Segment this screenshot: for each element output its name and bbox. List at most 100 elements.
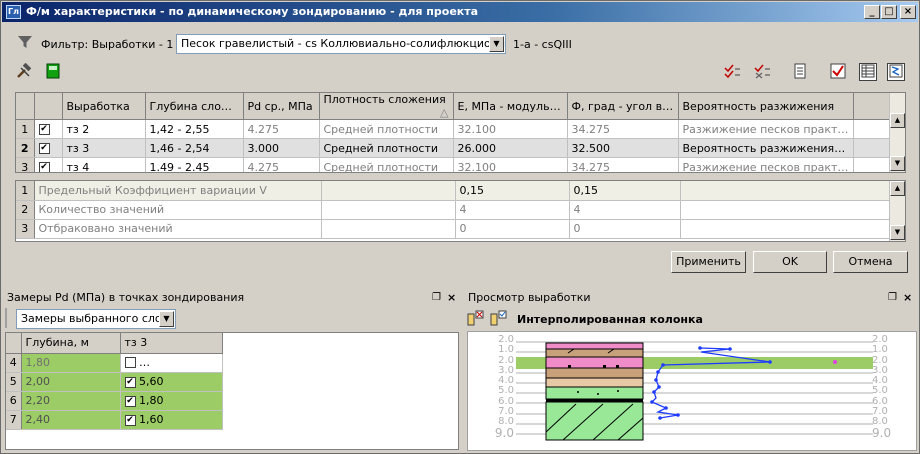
- cell[interactable]: Разжижение песков практическ...: [678, 157, 854, 172]
- measurement-row[interactable]: 7 2,40 ✔ 1,60: [6, 410, 223, 430]
- checkbox-checked-icon[interactable]: ✔: [124, 376, 136, 388]
- cell[interactable]: 34.275: [567, 157, 679, 172]
- table-view-icon[interactable]: [859, 63, 877, 81]
- close-icon[interactable]: ×: [447, 289, 456, 307]
- uncheck-all-icon[interactable]: [753, 63, 771, 81]
- cell[interactable]: 26.000: [453, 138, 568, 158]
- table-row[interactable]: 1 ✔ тз 2 1,42 - 2,55 4.275 Средней плотн…: [16, 119, 892, 139]
- checkbox-checked-icon[interactable]: ✔: [38, 162, 50, 172]
- column-header[interactable]: Вероятность разжижения: [678, 93, 854, 120]
- stats-table-scrollbar[interactable]: ▲ ▼: [889, 181, 905, 241]
- scroll-up-icon[interactable]: ▲: [890, 181, 905, 196]
- measurement-row[interactable]: 4 1,80 8,10: [6, 353, 223, 373]
- cell[interactable]: 1,42 - 2,55: [145, 119, 244, 139]
- scroll-up-icon[interactable]: ▲: [890, 113, 905, 128]
- filter-icon[interactable]: [16, 34, 34, 52]
- stats-value[interactable]: 4: [455, 200, 570, 220]
- column-header[interactable]: Выработка: [62, 93, 146, 120]
- cell[interactable]: Средней плотности: [319, 119, 454, 139]
- cell[interactable]: 32.500: [567, 138, 679, 158]
- minimize-button[interactable]: _: [864, 5, 880, 19]
- main-table-scrollbar[interactable]: ▲ ▼: [889, 93, 905, 172]
- ok-button[interactable]: OK: [753, 251, 827, 273]
- checkbox-checked-icon[interactable]: ✔: [124, 395, 136, 407]
- checkbox-unchecked-icon[interactable]: [124, 357, 136, 368]
- row-checkbox[interactable]: ✔: [34, 138, 63, 158]
- stats-row[interactable]: 2 Количество значений 4 4: [16, 200, 892, 220]
- save-icon[interactable]: [44, 63, 62, 81]
- stats-value[interactable]: 0,15: [455, 181, 570, 201]
- close-icon[interactable]: ×: [903, 289, 912, 307]
- column-header[interactable]: E, МПа - модуль деф: [453, 93, 568, 120]
- stats-value[interactable]: 0: [569, 219, 681, 239]
- column-header-sorted[interactable]: Плотность сложения △: [319, 93, 454, 120]
- corner-cell: [6, 333, 22, 354]
- scroll-down-icon[interactable]: ▼: [890, 225, 905, 240]
- stats-row[interactable]: 3 Отбраковано значений 0 0: [16, 219, 892, 239]
- close-button[interactable]: ×: [900, 5, 916, 19]
- row-checkbox[interactable]: ✔: [34, 157, 63, 172]
- borehole-view[interactable]: 2.0 1.0 2.0 3.0 4.0 5.0 6.0 7.0 8.0 9.0 …: [467, 331, 917, 451]
- checkbox-checked-icon[interactable]: ✔: [38, 124, 50, 135]
- cell[interactable]: Вероятность разжижения неве...: [678, 138, 854, 158]
- cell[interactable]: Средней плотности: [319, 138, 454, 158]
- checkbox-checked-icon[interactable]: ✔: [38, 143, 50, 154]
- column-check-icon[interactable]: [490, 309, 508, 327]
- graph-view-icon[interactable]: [887, 63, 905, 81]
- cancel-button[interactable]: Отмена: [833, 251, 908, 273]
- checkbox-checked-icon[interactable]: ✔: [124, 414, 136, 426]
- hammer-icon[interactable]: [15, 62, 33, 81]
- cell[interactable]: 34.275: [567, 119, 679, 139]
- value-cell[interactable]: ✔ 1,80: [120, 391, 223, 411]
- table-row[interactable]: 3 ✔ тз 4 1.49 - 2.45 4.275 Средней плотн…: [16, 157, 892, 172]
- cell[interactable]: 32.100: [453, 157, 568, 172]
- chevron-down-icon[interactable]: ▼: [489, 36, 504, 52]
- cell[interactable]: Разжижение песков практическ...: [678, 119, 854, 139]
- cell[interactable]: 4.275: [243, 157, 320, 172]
- chevron-down-icon[interactable]: ▼: [159, 311, 174, 327]
- cell[interactable]: 1,46 - 2,54: [145, 138, 244, 158]
- layer-select[interactable]: Замеры выбранного слоя ▼: [16, 309, 176, 329]
- corner-cell: [16, 93, 35, 120]
- cell[interactable]: 1.49 - 2.45: [145, 157, 244, 172]
- stats-value[interactable]: 0,15: [569, 181, 681, 201]
- table-row-selected[interactable]: 2 ✔ тз 3 1,46 - 2,54 3.000 Средней плотн…: [16, 138, 892, 158]
- cell[interactable]: 32.100: [453, 119, 568, 139]
- cell[interactable]: Средней плотности: [319, 157, 454, 172]
- cell: [680, 200, 892, 220]
- check-all-icon[interactable]: [723, 63, 741, 81]
- column-header[interactable]: тз 3: [120, 333, 223, 354]
- stats-value[interactable]: 0: [455, 219, 570, 239]
- stats-label: Предельный Коэффициент вариации V: [34, 181, 322, 201]
- restore-icon[interactable]: ❐: [888, 289, 897, 307]
- measurement-row[interactable]: 5 2,00 ✔ 5,60: [6, 372, 223, 392]
- value-input[interactable]: 8,10: [139, 354, 219, 371]
- cell[interactable]: тз 4: [62, 157, 146, 172]
- cell[interactable]: тз 2: [62, 119, 146, 139]
- stats-value[interactable]: 4: [569, 200, 681, 220]
- stats-row[interactable]: 1 Предельный Коэффициент вариации V 0,15…: [16, 181, 892, 201]
- scroll-down-icon[interactable]: ▼: [890, 156, 905, 171]
- stats-table[interactable]: 1 Предельный Коэффициент вариации V 0,15…: [15, 180, 906, 242]
- cell[interactable]: 4.275: [243, 119, 320, 139]
- column-header[interactable]: Ф, град - угол внутр: [567, 93, 679, 120]
- maximize-button[interactable]: □: [881, 5, 897, 19]
- checkbox-icon[interactable]: [829, 63, 847, 81]
- restore-icon[interactable]: ❐: [432, 289, 441, 307]
- value-cell-editing[interactable]: 8,10: [120, 353, 223, 373]
- cell[interactable]: тз 3: [62, 138, 146, 158]
- column-header[interactable]: Глубина, м: [21, 333, 121, 354]
- measurement-row[interactable]: 6 2,20 ✔ 1,80: [6, 391, 223, 411]
- main-table[interactable]: Выработка Глубина слоя, м Pd ср., МПа Пл…: [15, 92, 906, 173]
- soil-select[interactable]: Песок гравелистый - cs Коллювиально-соли…: [176, 34, 506, 54]
- value-cell[interactable]: ✔ 5,60: [120, 372, 223, 392]
- document-icon[interactable]: [791, 63, 809, 81]
- measurements-table[interactable]: Глубина, м тз 3 4 1,80 8,10 5 2,00 ✔ 5,6…: [5, 332, 459, 450]
- column-uncheck-icon[interactable]: [467, 309, 485, 327]
- column-header[interactable]: Pd ср., МПа: [243, 93, 320, 120]
- value-cell[interactable]: ✔ 1,60: [120, 410, 223, 430]
- row-checkbox[interactable]: ✔: [34, 119, 63, 139]
- apply-button[interactable]: Применить: [671, 251, 746, 273]
- column-header[interactable]: Глубина слоя, м: [145, 93, 244, 120]
- cell[interactable]: 3.000: [243, 138, 320, 158]
